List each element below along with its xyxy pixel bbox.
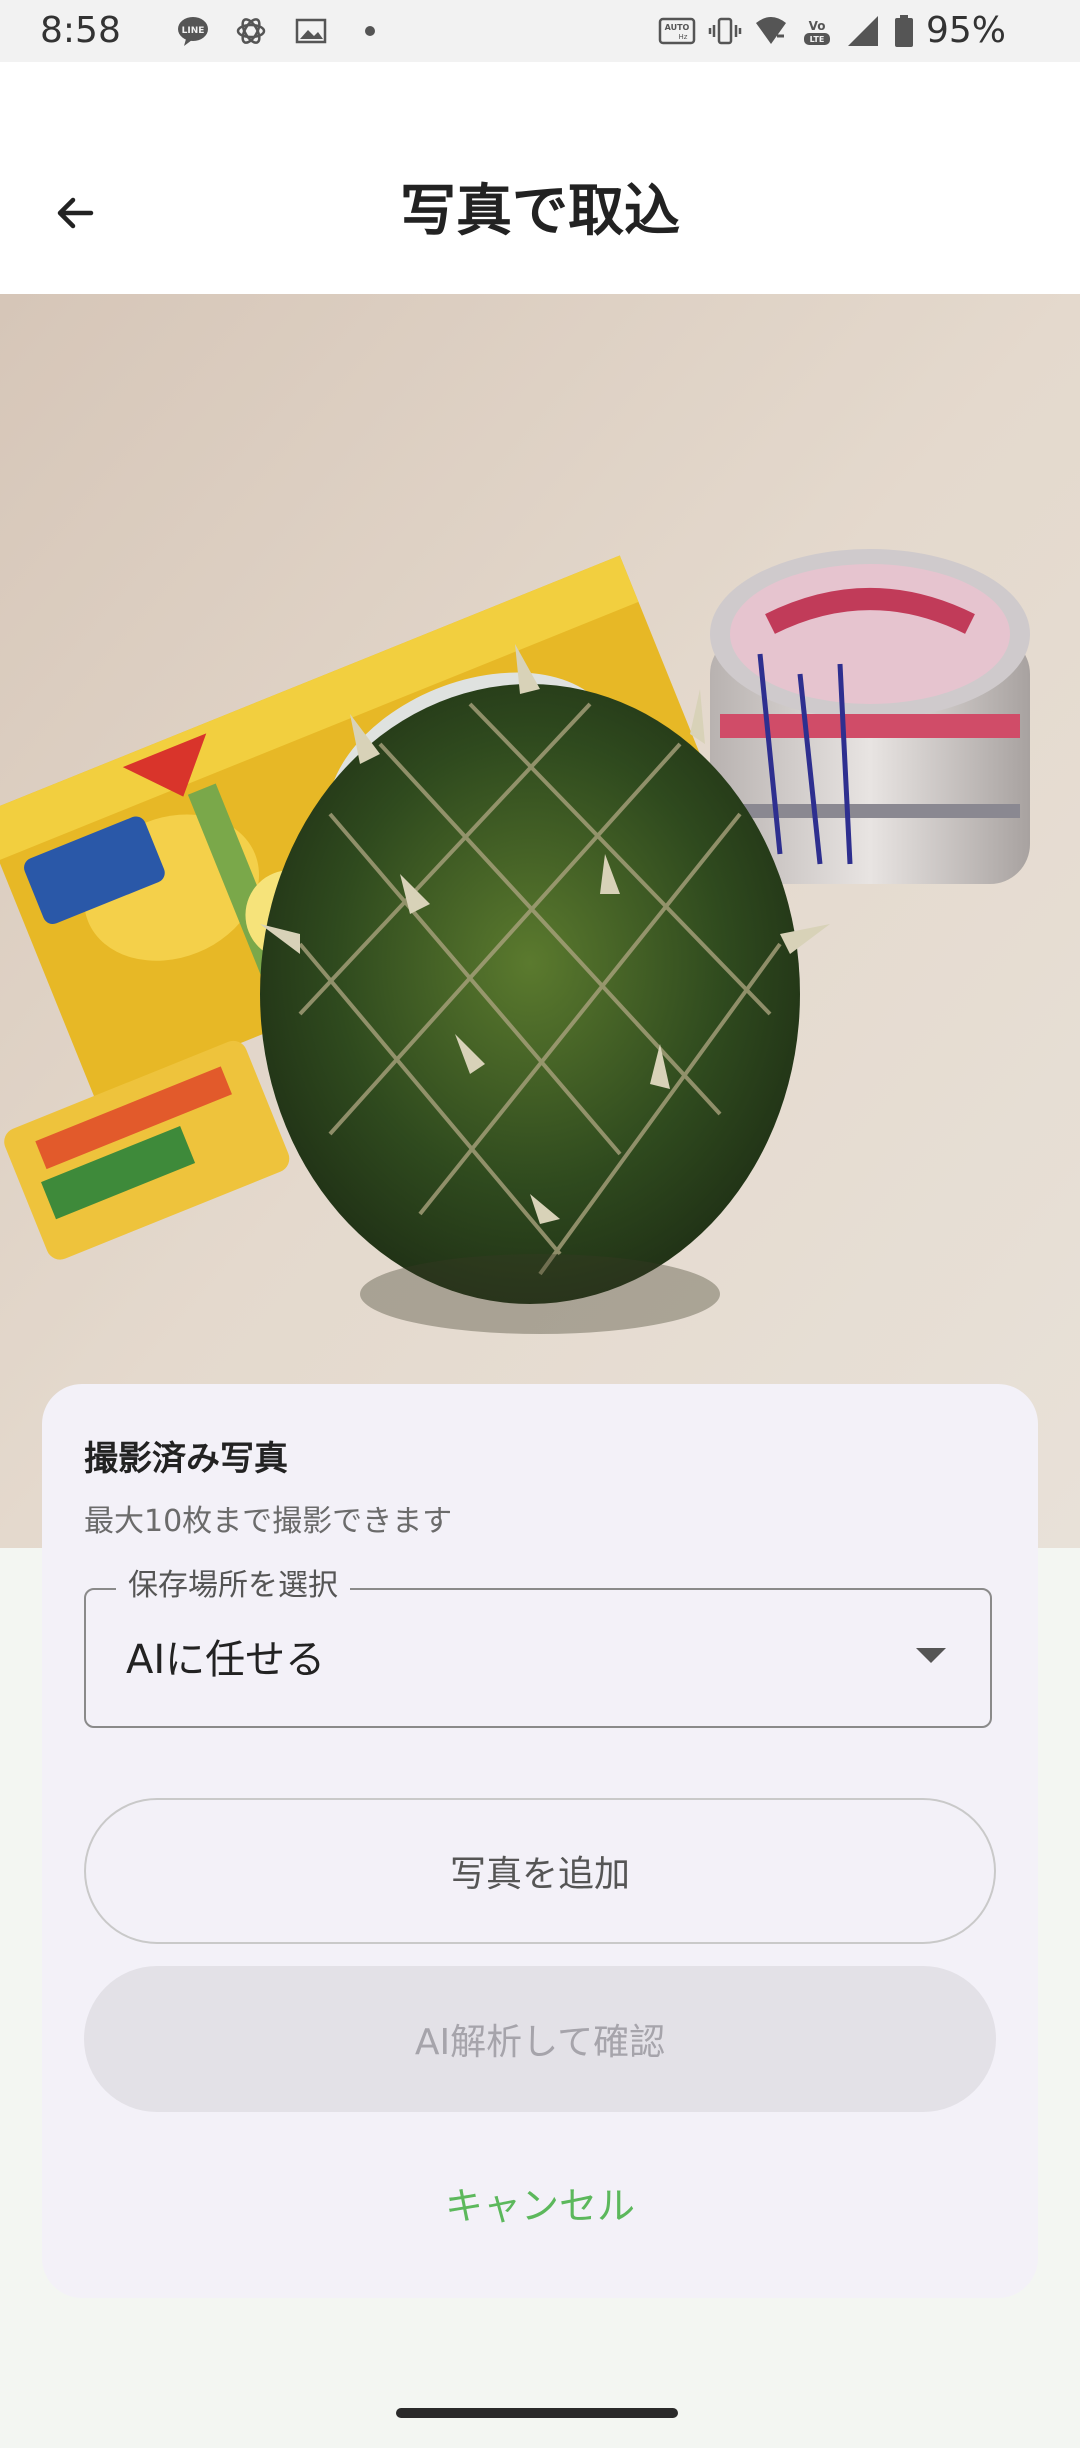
photo-image bbox=[0, 294, 1080, 1548]
gesture-handle[interactable] bbox=[396, 2408, 678, 2418]
battery-icon bbox=[895, 15, 913, 47]
volte-icon: Vo LTE bbox=[804, 19, 830, 45]
battery-percent: 95% bbox=[926, 10, 1007, 51]
app-bar: 写真で取込 bbox=[0, 62, 1080, 294]
add-photo-button[interactable]: 写真を追加 bbox=[84, 1798, 996, 1944]
captured-photo bbox=[0, 294, 1080, 1548]
svg-text:Vo: Vo bbox=[809, 19, 826, 33]
dropdown-arrow-icon bbox=[916, 1648, 946, 1663]
cancel-button[interactable]: キャンセル bbox=[84, 2166, 996, 2238]
sheet-title: 撮影済み写真 bbox=[84, 1439, 288, 1479]
auto-hz-icon: AUTO Hz bbox=[658, 17, 696, 45]
captured-photos-sheet: 撮影済み写真 最大10枚まで撮影できます 保存場所を選択 AIに任せる 写真を追… bbox=[42, 1384, 1038, 2298]
openai-icon bbox=[236, 18, 266, 44]
svg-text:AUTO: AUTO bbox=[665, 23, 690, 32]
select-value: AIに任せる bbox=[126, 1637, 326, 1683]
svg-text:Hz: Hz bbox=[679, 33, 688, 41]
vibrate-icon bbox=[708, 17, 742, 45]
line-icon: LINE bbox=[178, 17, 208, 46]
ai-analyze-button[interactable]: AI解析して確認 bbox=[84, 1966, 996, 2112]
status-time: 8:58 bbox=[40, 10, 121, 51]
dot-icon bbox=[365, 26, 375, 36]
sheet-subtitle: 最大10枚まで撮影できます bbox=[84, 1504, 453, 1539]
wifi-icon bbox=[756, 17, 786, 44]
svg-text:LTE: LTE bbox=[810, 35, 825, 44]
select-label: 保存場所を選択 bbox=[116, 1564, 350, 1608]
signal-icon bbox=[848, 16, 878, 46]
storage-location-select[interactable]: 保存場所を選択 AIに任せる bbox=[84, 1564, 992, 1728]
gallery-icon bbox=[295, 18, 327, 44]
svg-text:LINE: LINE bbox=[182, 26, 205, 36]
page-title: 写真で取込 bbox=[400, 179, 680, 244]
status-bar: 8:58 LINE AUTO Hz Vo LTE 95% bbox=[0, 0, 1080, 62]
